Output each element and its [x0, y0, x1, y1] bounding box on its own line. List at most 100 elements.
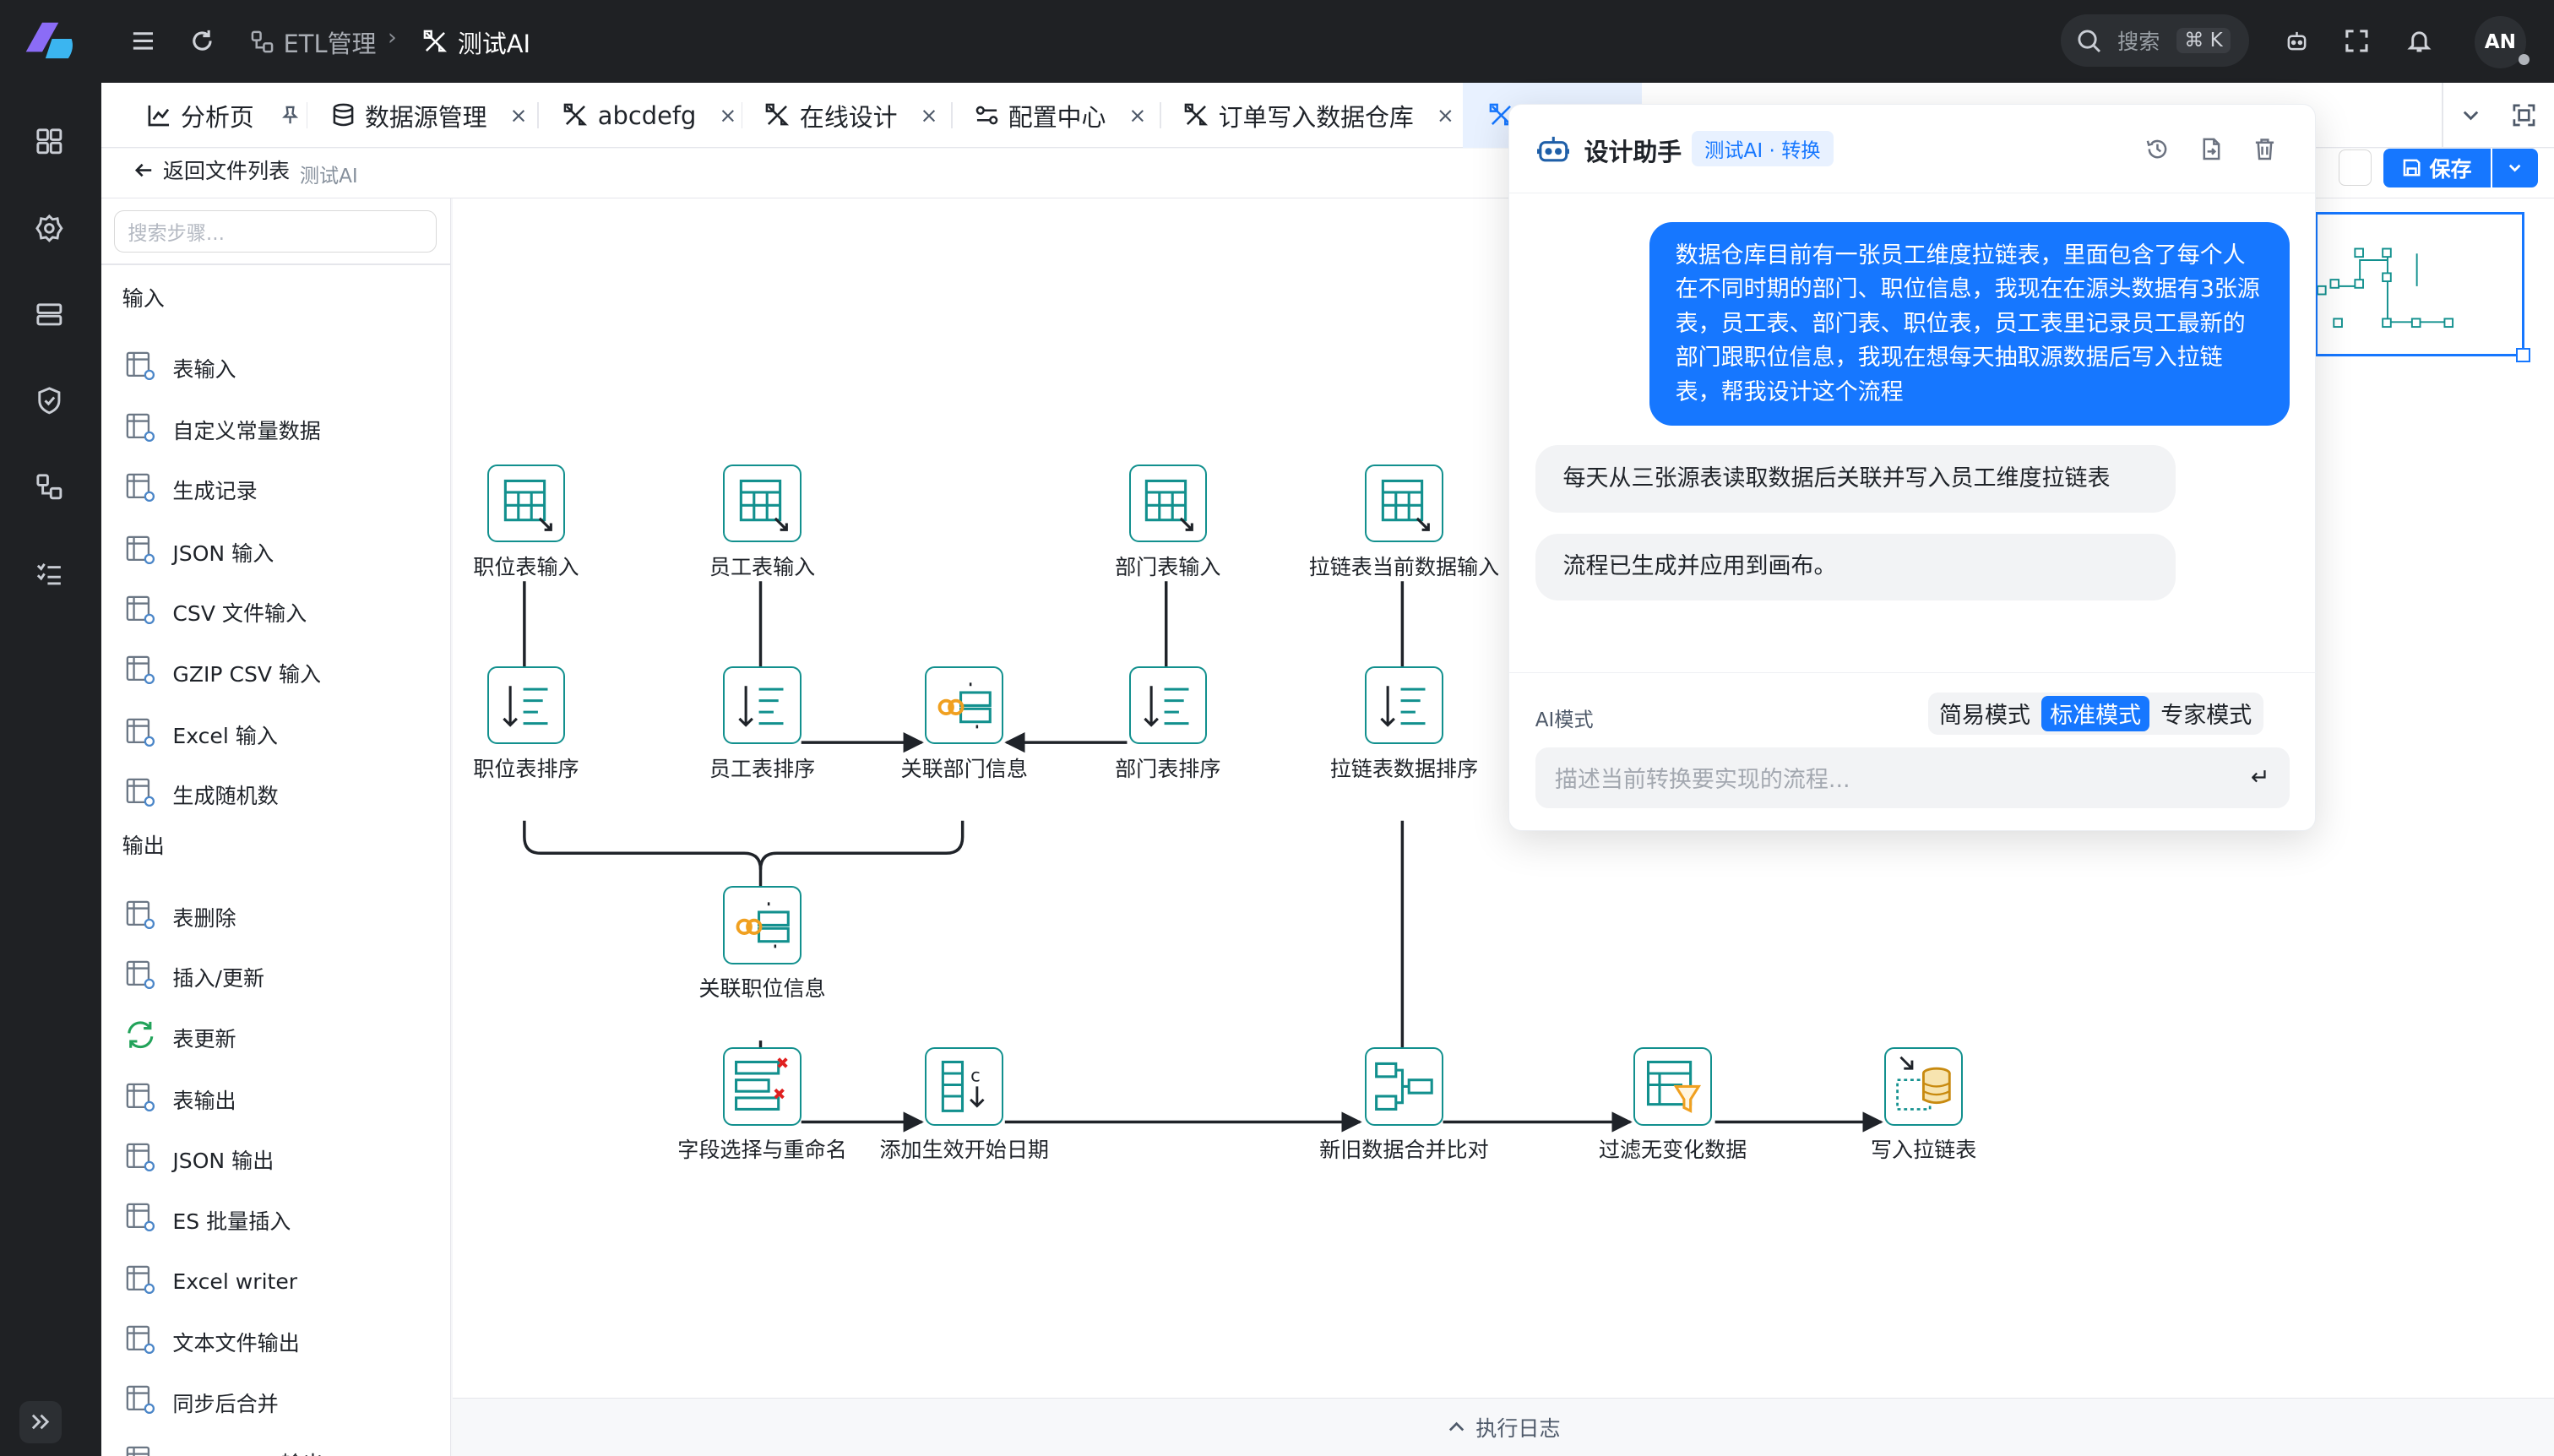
flow-step-node[interactable]: [486, 666, 566, 745]
palette-step-item[interactable]: Excel writer: [124, 1263, 297, 1301]
minimap[interactable]: [2314, 211, 2530, 362]
palette-step-item[interactable]: GZIP CSV 输入: [124, 653, 321, 692]
server-icon[interactable]: [31, 296, 67, 332]
palette-step-item[interactable]: 表删除: [124, 898, 236, 937]
flow-step-node[interactable]: [1365, 666, 1443, 745]
tabs-fullscreen-icon[interactable]: [2512, 83, 2536, 148]
toolbar-button[interactable]: [2339, 149, 2372, 186]
robot-icon[interactable]: [2280, 24, 2313, 57]
flow-step-label: 员工表排序: [709, 757, 816, 781]
flow-edge[interactable]: [758, 821, 965, 870]
tab-order-warehouse[interactable]: 订单写入数据仓库 ×: [1184, 83, 1454, 148]
palette-step-item[interactable]: 自定义常量数据: [124, 410, 321, 449]
custom-constant-icon: [124, 411, 157, 449]
palette-step-item[interactable]: JSON 输出: [124, 1140, 274, 1179]
enter-icon[interactable]: ↵: [2251, 764, 2270, 790]
flow-step-node[interactable]: [723, 1047, 802, 1126]
tab-label: abcdefg: [597, 101, 697, 130]
flow-step-node[interactable]: [723, 886, 802, 964]
dashboard-icon[interactable]: [31, 124, 67, 160]
palette-step-label: Excel 输入: [172, 723, 278, 748]
breadcrumb-etl[interactable]: ETL管理: [251, 24, 376, 60]
palette-step-item[interactable]: 文本文件输出: [124, 1323, 300, 1361]
assistant-prompt-input[interactable]: 描述当前转换要实现的流程... ↵: [1535, 747, 2290, 808]
flow-step-node[interactable]: [723, 464, 802, 545]
step-search-input[interactable]: 搜索步骤...: [113, 209, 437, 253]
palette-step-label: 表输入: [172, 356, 236, 382]
palette-step-item[interactable]: 表更新: [124, 1018, 236, 1057]
palette-step-item[interactable]: 插入/更新: [124, 958, 264, 997]
palette-step-label: CSV 文件输入: [172, 601, 307, 627]
flow-step-node[interactable]: [1365, 464, 1443, 543]
tab-divider: [951, 102, 954, 129]
task-list-icon[interactable]: [31, 556, 67, 591]
tabs-more-icon[interactable]: [2459, 83, 2482, 148]
mode-expert[interactable]: 专家模式: [2153, 696, 2260, 731]
trash-icon[interactable]: [2250, 134, 2280, 164]
execution-log-toggle[interactable]: 执行日志: [453, 1397, 2554, 1456]
tab-config-center[interactable]: 配置中心 ×: [975, 83, 1146, 148]
flow-step-node[interactable]: [486, 464, 566, 543]
palette-step-item[interactable]: Excel 输入: [124, 715, 278, 754]
gzip-csv-icon: [124, 654, 157, 692]
close-icon[interactable]: ×: [921, 103, 938, 128]
close-icon[interactable]: ×: [1128, 103, 1146, 128]
refresh-icon[interactable]: [186, 24, 219, 57]
merge-compare-icon: [1368, 1051, 1440, 1127]
flow-step-node[interactable]: [1633, 1047, 1712, 1126]
pin-icon[interactable]: [280, 106, 300, 125]
tab-datasource[interactable]: 数据源管理 ×: [332, 83, 528, 148]
breadcrumb-current[interactable]: 测试AI: [423, 24, 530, 60]
fullscreen-icon[interactable]: [2340, 24, 2373, 57]
table-input-icon: [726, 468, 798, 545]
mode-standard[interactable]: 标准模式: [2041, 695, 2149, 731]
palette-step-item[interactable]: 表输出: [124, 1080, 236, 1119]
palette-step-item[interactable]: ES 批量插入: [124, 1200, 291, 1239]
design-assistant-panel: 设计助手 测试AI · 转换 数据仓库目前有一张员工维度拉链表，里面包含了每个人…: [1508, 104, 2318, 831]
save-label: 保存: [2429, 156, 2472, 182]
palette-step-item[interactable]: 生成随机数: [124, 775, 279, 814]
flow-step-node[interactable]: [1128, 464, 1208, 543]
palette-step-item[interactable]: JSON 输入: [124, 533, 274, 572]
tab-label: 在线设计: [799, 102, 898, 132]
close-icon[interactable]: ×: [719, 103, 736, 128]
app-logo-icon[interactable]: [19, 16, 78, 68]
palette-step-label: 表删除: [172, 905, 236, 931]
assistant-context-badge: 测试AI · 转换: [1691, 131, 1834, 166]
palette-step-item[interactable]: MongoDB 输出: [124, 1443, 323, 1456]
palette-step-item[interactable]: 表输入: [124, 349, 236, 388]
tab-analysis[interactable]: 分析页: [147, 83, 300, 148]
close-icon[interactable]: ×: [1437, 103, 1454, 128]
select-fields-icon: [726, 1051, 798, 1127]
palette-step-item[interactable]: 同步后合并: [124, 1383, 279, 1421]
apply-icon[interactable]: [2197, 134, 2226, 164]
flow-step-node[interactable]: [1884, 1047, 1963, 1126]
save-dropdown-icon[interactable]: [2492, 148, 2538, 187]
flow-step-label: 写入拉链表: [1870, 1138, 1977, 1163]
save-button[interactable]: 保存: [2383, 148, 2491, 187]
add-constant-icon: c: [928, 1051, 1000, 1127]
palette-step-item[interactable]: 生成记录: [124, 470, 258, 509]
flow-step-node[interactable]: [925, 666, 1003, 745]
expand-sidebar-icon[interactable]: [19, 1400, 62, 1443]
palette-step-item[interactable]: CSV 文件输入: [124, 593, 307, 632]
flow-icon[interactable]: [31, 469, 67, 504]
flow-step-node[interactable]: [1365, 1047, 1443, 1126]
history-icon[interactable]: [2143, 134, 2172, 164]
palette-step-label: 生成随机数: [172, 784, 279, 809]
settings-icon[interactable]: [31, 210, 67, 246]
flow-step-node[interactable]: [1128, 666, 1208, 745]
bell-icon[interactable]: [2403, 24, 2436, 57]
mode-simple[interactable]: 简易模式: [1931, 696, 2038, 731]
back-to-files-link[interactable]: 返回文件列表: [133, 155, 290, 185]
global-search[interactable]: 搜索 ⌘ K: [2060, 14, 2250, 68]
tab-abcdefg[interactable]: abcdefg ×: [563, 83, 736, 148]
join-icon: [928, 670, 1000, 747]
tab-online-design[interactable]: 在线设计 ×: [765, 83, 938, 148]
close-icon[interactable]: ×: [510, 103, 528, 128]
menu-icon[interactable]: [127, 24, 160, 57]
flow-step-node[interactable]: [723, 666, 802, 745]
shield-icon[interactable]: [31, 383, 67, 418]
minimap-resize-handle[interactable]: [2515, 347, 2530, 362]
flow-step-node[interactable]: c: [925, 1047, 1003, 1126]
